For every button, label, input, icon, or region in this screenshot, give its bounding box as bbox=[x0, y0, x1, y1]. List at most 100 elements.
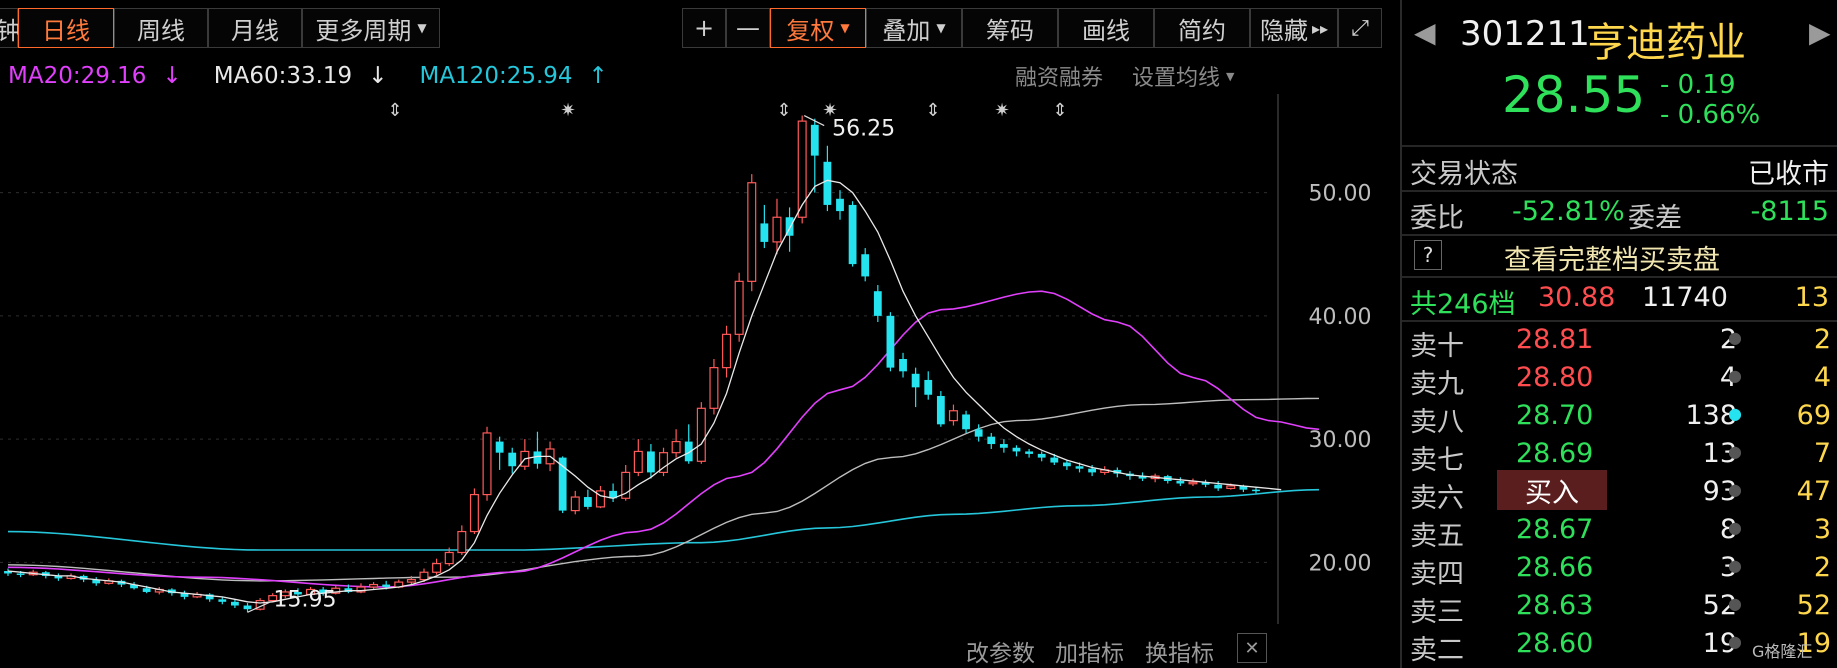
switch-indicator-button[interactable]: 换指标 bbox=[1145, 634, 1214, 668]
edit-params-button[interactable]: 改参数 bbox=[966, 634, 1035, 668]
hide-button[interactable]: 隐藏 ▸▸ bbox=[1250, 8, 1338, 48]
low-price-label: 15.95 bbox=[274, 587, 337, 612]
tab-weekly[interactable]: 周线 bbox=[114, 8, 208, 48]
help-icon[interactable]: ? bbox=[1414, 240, 1442, 270]
candle-body bbox=[696, 407, 706, 462]
level-count: 52 bbox=[1796, 590, 1831, 621]
simple-mode-button[interactable]: 简约 bbox=[1154, 8, 1250, 48]
trade-status-value: 已收市 bbox=[1748, 159, 1829, 190]
high-price-label: 56.25 bbox=[832, 117, 895, 142]
candle-body bbox=[1037, 453, 1046, 458]
candle-body bbox=[772, 216, 782, 243]
level-count: 2 bbox=[1813, 552, 1831, 583]
event-updown-icon[interactable]: ⇕ bbox=[1052, 100, 1067, 121]
ma60-value: MA60:33.19 bbox=[213, 63, 353, 89]
orderbook-row[interactable]: 卖三 28.63 52 ● 52 bbox=[1402, 588, 1837, 628]
event-star-icon[interactable]: ✷ bbox=[560, 100, 575, 121]
event-star-icon[interactable]: ✷ bbox=[822, 100, 837, 121]
level-price: 28.60 bbox=[1516, 628, 1594, 659]
level-price: 28.81 bbox=[1516, 324, 1594, 355]
orderbook-row[interactable]: 卖四 28.66 3 ● 2 bbox=[1402, 550, 1837, 590]
down-arrow-icon: ↓ bbox=[162, 63, 182, 89]
prev-stock-icon[interactable]: ◀ bbox=[1414, 16, 1436, 49]
ma60-legend: MA60:33.19 ↓ bbox=[214, 63, 404, 89]
next-stock-icon[interactable]: ▶ bbox=[1809, 16, 1831, 49]
dot-icon: ● bbox=[1728, 518, 1742, 537]
zoom-in-button[interactable]: + bbox=[682, 8, 726, 48]
wb-label: 委比 bbox=[1410, 203, 1464, 234]
candle-body bbox=[1252, 489, 1260, 492]
overlay-dropdown[interactable]: 叠加 ▼ bbox=[866, 8, 962, 48]
wb-value: -52.81% bbox=[1512, 196, 1625, 227]
trade-status-label: 交易状态 bbox=[1410, 159, 1518, 190]
total-depth-price: 30.88 bbox=[1538, 282, 1616, 313]
tab-minute-partial[interactable]: 钟 bbox=[0, 8, 21, 48]
candle-body bbox=[671, 440, 681, 454]
candle-body bbox=[647, 451, 655, 473]
full-depth-link[interactable]: 查看完整档买卖盘 bbox=[1504, 238, 1720, 277]
candle-body bbox=[924, 379, 933, 395]
candle-body bbox=[583, 497, 592, 507]
event-star-icon[interactable]: ✷ bbox=[994, 100, 1009, 121]
candle-body bbox=[1226, 485, 1236, 490]
orderbook-row[interactable]: 卖五 28.67 8 ● 3 bbox=[1402, 512, 1837, 552]
candle-body bbox=[1012, 447, 1021, 452]
y-tick-label: 50.00 bbox=[1309, 182, 1372, 207]
orderbook-row[interactable]: 卖八 28.70 138 ● 69 bbox=[1402, 398, 1837, 438]
total-depth-label: 共246档 bbox=[1410, 289, 1516, 320]
close-icon[interactable]: ✕ bbox=[1237, 633, 1267, 663]
chips-button[interactable]: 筹码 bbox=[962, 8, 1058, 48]
orderbook-row[interactable]: 卖九 28.80 4 ● 4 bbox=[1402, 360, 1837, 400]
hide-label: 隐藏 bbox=[1259, 16, 1308, 45]
level-count: 7 bbox=[1813, 438, 1831, 469]
candle-body bbox=[570, 496, 580, 512]
orderbook-row[interactable]: 卖十 28.81 2 ● 2 bbox=[1402, 322, 1837, 362]
margin-trading-link[interactable]: 融资融券 bbox=[1015, 58, 1103, 94]
candle-body bbox=[231, 601, 239, 606]
fuquan-dropdown[interactable]: 复权 ▼ bbox=[770, 8, 866, 48]
candlestick-chart[interactable]: 50.00 40.00 30.00 20.00 56.25 15.95 ⇕ ✷ ⇕ ✷ ⇕ ✷ ⇕ bbox=[0, 94, 1388, 624]
last-price: 28.55 bbox=[1502, 66, 1646, 124]
candle-body bbox=[1188, 481, 1198, 485]
candle-body bbox=[243, 605, 252, 610]
candle-body bbox=[1088, 468, 1097, 473]
orderbook-row[interactable]: 卖六28.6893●47 bbox=[1402, 474, 1837, 514]
candle-body bbox=[936, 395, 945, 425]
level-label: 卖八 bbox=[1410, 407, 1464, 438]
buy-button[interactable]: 买入 bbox=[1497, 470, 1607, 510]
double-arrow-right-icon: ▸▸ bbox=[1311, 18, 1329, 38]
tab-monthly[interactable]: 月线 bbox=[208, 8, 302, 48]
dot-icon: ● bbox=[1728, 556, 1742, 575]
zoom-out-button[interactable]: — bbox=[726, 8, 770, 48]
add-indicator-button[interactable]: 加指标 bbox=[1055, 634, 1124, 668]
more-period-dropdown[interactable]: 更多周期 ▼ bbox=[302, 8, 440, 48]
level-count: 47 bbox=[1796, 476, 1831, 507]
set-ma-dropdown[interactable]: 设置均线 ▼ bbox=[1132, 58, 1234, 94]
candle-body bbox=[1214, 484, 1223, 489]
candle-body bbox=[508, 452, 517, 467]
candle-body bbox=[382, 584, 391, 588]
candle-body bbox=[457, 530, 467, 554]
tab-daily[interactable]: 日线 bbox=[18, 8, 114, 48]
candle-body bbox=[369, 583, 379, 588]
draw-line-button[interactable]: 画线 bbox=[1058, 8, 1154, 48]
level-label: 卖七 bbox=[1410, 445, 1464, 476]
candle-body bbox=[1075, 466, 1084, 469]
wc-label: 委差 bbox=[1628, 203, 1682, 234]
quote-panel: ◀ 301211 亨迪药业 ▶ 28.55 - 0.19 - 0.66% 交易状… bbox=[1400, 0, 1837, 668]
level-label: 卖六 bbox=[1410, 483, 1464, 514]
price-change: - 0.19 bbox=[1660, 70, 1736, 100]
period-toolbar: 钟 日线 周线 月线 更多周期 ▼ + — 复权 ▼ 叠加 ▼ 筹码 画线 简约… bbox=[0, 0, 1388, 56]
ma120-legend: MA120:25.94 ↑ bbox=[419, 63, 623, 89]
event-updown-icon[interactable]: ⇕ bbox=[776, 100, 791, 121]
expand-icon[interactable]: ⤢ bbox=[1338, 8, 1382, 48]
event-updown-icon[interactable]: ⇕ bbox=[387, 100, 402, 121]
candle-body bbox=[962, 414, 970, 430]
level-count: 3 bbox=[1813, 514, 1831, 545]
ma20-value: MA20:29.16 bbox=[8, 63, 147, 89]
orderbook-row[interactable]: 卖七 28.69 13 ● 7 bbox=[1402, 436, 1837, 476]
candle-body bbox=[533, 451, 542, 464]
event-updown-icon[interactable]: ⇕ bbox=[925, 100, 940, 121]
y-tick-label: 40.00 bbox=[1309, 305, 1372, 330]
level-count: 69 bbox=[1796, 400, 1831, 431]
